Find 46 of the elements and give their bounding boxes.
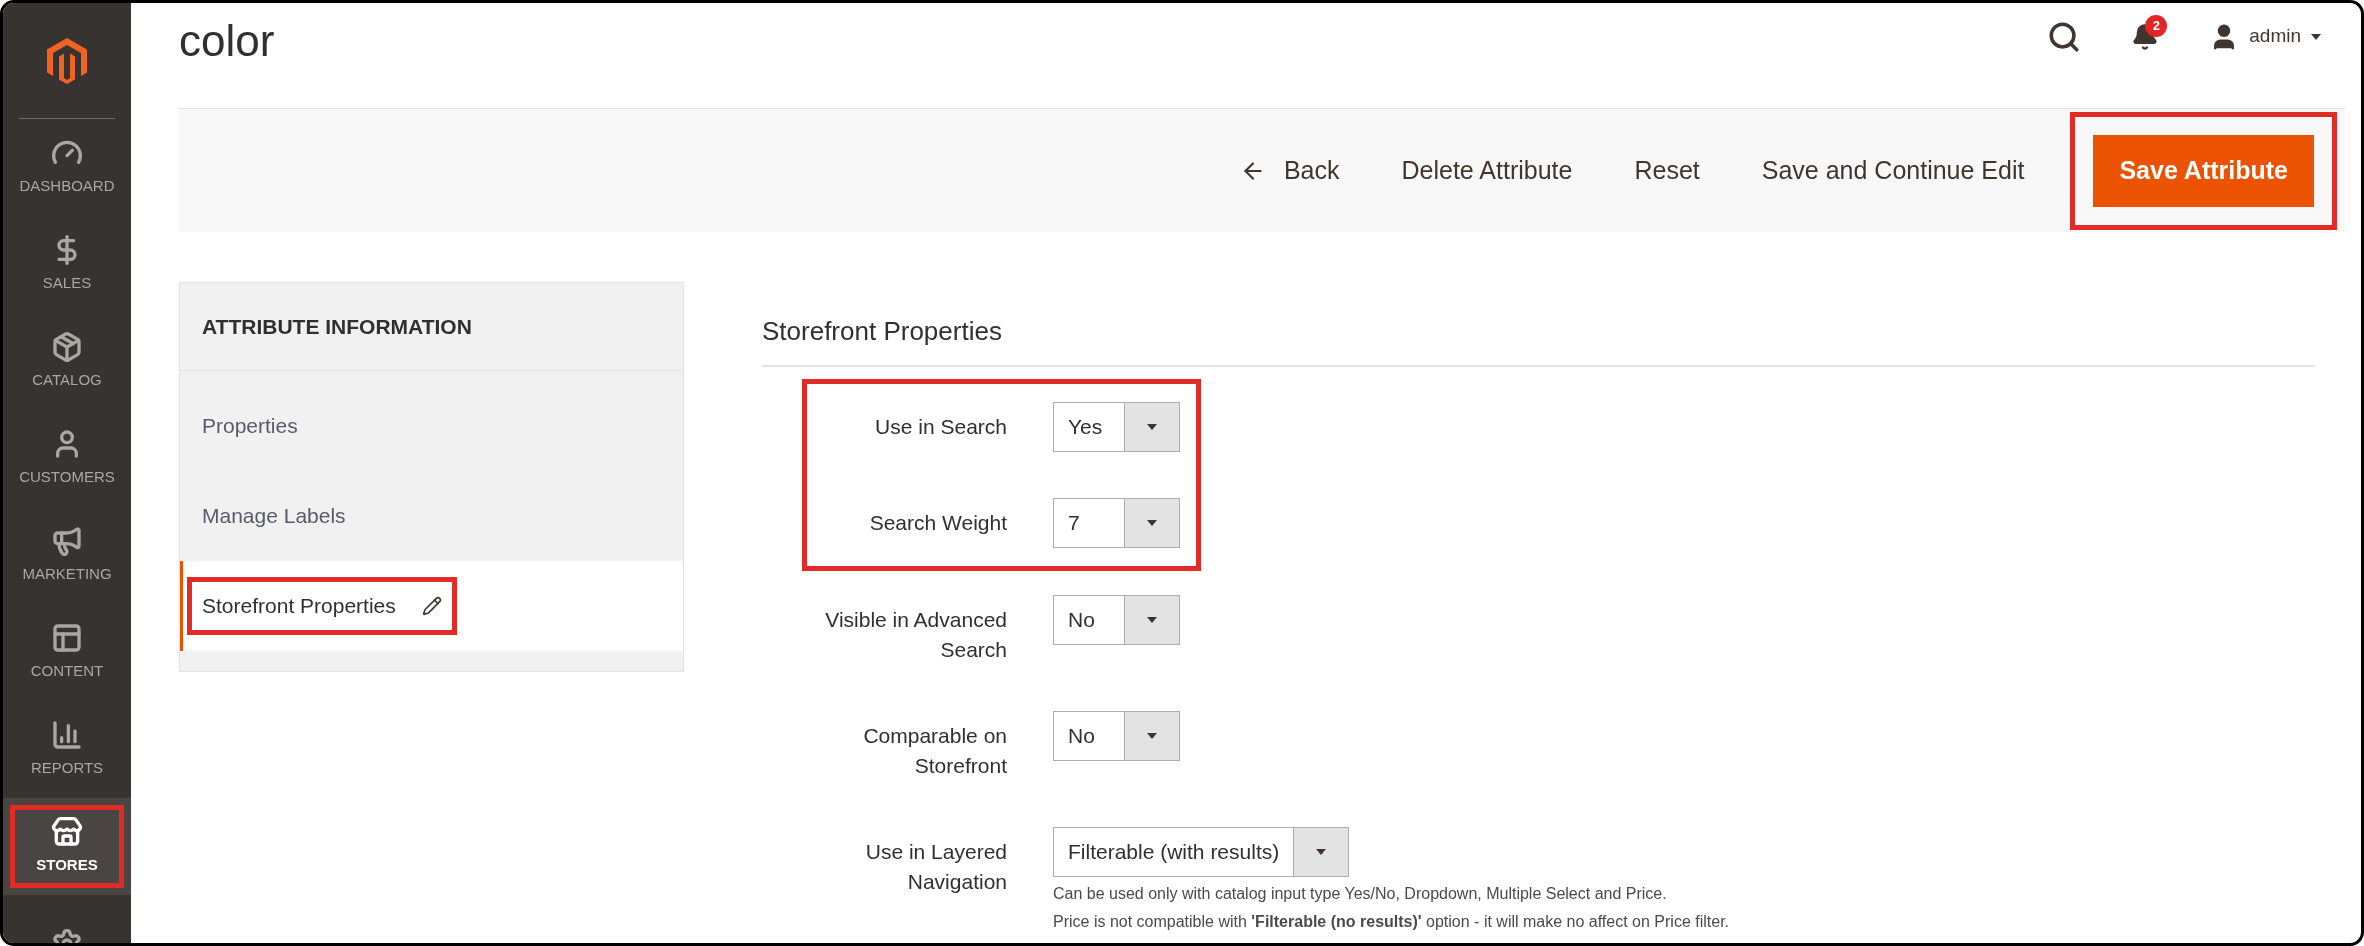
- caret-icon: [1147, 520, 1157, 526]
- sidebar-item[interactable]: REPORTS: [3, 701, 131, 798]
- user-menu[interactable]: admin: [2209, 21, 2321, 52]
- field-label: Visible in Advanced Search: [824, 607, 1007, 663]
- layout-icon: [51, 622, 83, 655]
- notification-badge: 2: [2145, 14, 2168, 37]
- toolbar-button[interactable]: Delete Attribute: [1385, 134, 1589, 207]
- sidebar-item[interactable]: CONTENT: [3, 604, 131, 701]
- search-icon[interactable]: [2047, 19, 2082, 54]
- save-button[interactable]: Save Attribute: [2093, 134, 2314, 207]
- store-icon: [51, 816, 83, 849]
- back-button[interactable]: Back: [1223, 134, 1356, 207]
- megaphone-icon: [51, 525, 83, 558]
- box-icon: [51, 331, 83, 364]
- sidebar-item[interactable]: MARKETING: [3, 507, 131, 604]
- tab-item[interactable]: Manage Labels: [192, 492, 356, 540]
- bar-chart-icon: [51, 719, 83, 752]
- select-field[interactable]: Filterable (with results): [1053, 827, 1350, 877]
- help-text: Price is not compatible with 'Filterable (no results)' option - it will make no affect on Price filter.: [1053, 912, 1730, 932]
- field-label: Use in Search: [874, 414, 1007, 440]
- select-field[interactable]: Yes: [1053, 402, 1180, 452]
- tab-item[interactable]: Properties: [192, 402, 308, 450]
- caret-icon: [1147, 733, 1157, 739]
- caret-icon: [1147, 424, 1157, 430]
- toolbar-button[interactable]: Reset: [1618, 134, 1716, 207]
- help-text: Can be used only with catalog input type Yes/No, Dropdown, Multiple Select and Price.: [1053, 884, 1668, 904]
- sidebar-item[interactable]: CUSTOMERS: [3, 410, 131, 507]
- sidebar-item[interactable]: SALES: [3, 216, 131, 313]
- toolbar-button[interactable]: Save and Continue Edit: [1745, 134, 2041, 207]
- select-field[interactable]: No: [1053, 711, 1180, 761]
- pencil-icon: [421, 596, 442, 616]
- field-label: Search Weight: [868, 510, 1007, 536]
- logo-icon[interactable]: [47, 37, 87, 84]
- sidebar-item[interactable]: DASHBOARD: [3, 119, 131, 216]
- caret-icon: [2311, 33, 2321, 40]
- select-field[interactable]: 7: [1053, 498, 1180, 548]
- caret-icon: [1147, 617, 1157, 623]
- select-field[interactable]: No: [1053, 595, 1180, 645]
- page-title: color: [179, 14, 275, 67]
- caret-icon: [1316, 849, 1327, 855]
- field-label: Use in Layered Navigation: [864, 839, 1007, 895]
- section-title: Storefront Properties: [762, 312, 2315, 367]
- field-label: Comparable on Storefront: [862, 723, 1007, 779]
- tabs-heading: ATTRIBUTE INFORMATION: [180, 283, 683, 371]
- sidebar-item[interactable]: CATALOG: [3, 313, 131, 410]
- sidebar-item[interactable]: STORES: [3, 798, 131, 895]
